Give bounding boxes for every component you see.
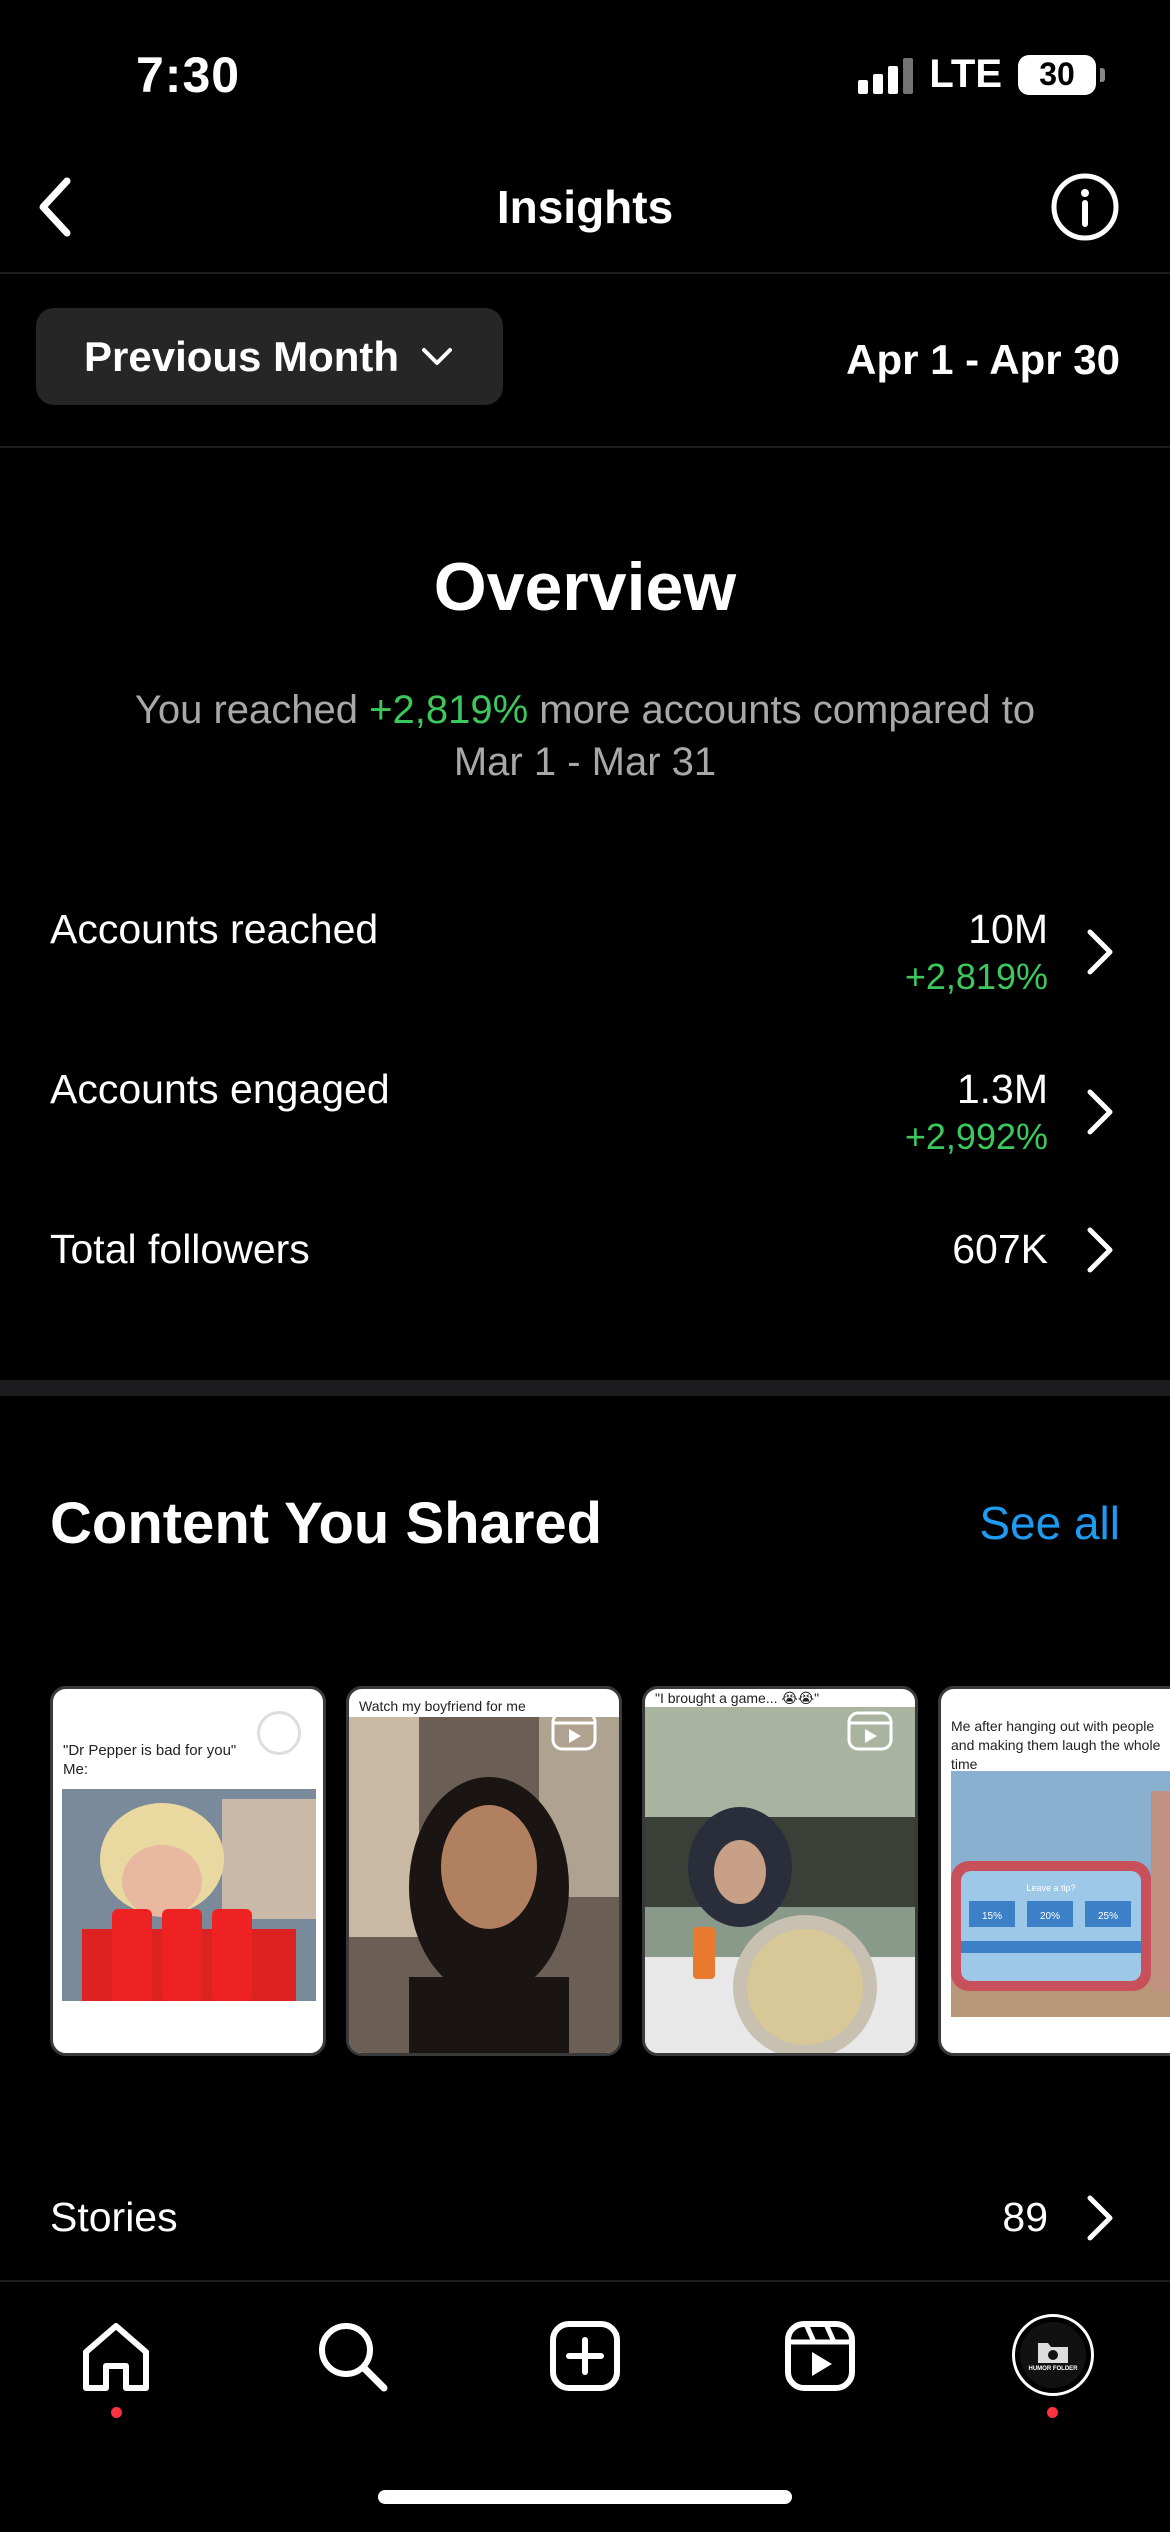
overview-description: You reached +2,819% more accounts compar… [100, 684, 1070, 788]
period-label: Previous Month [84, 332, 400, 380]
thumbnail-image [62, 1789, 316, 2001]
thumbnail-caption: Me after hanging out with people and mak… [951, 1718, 1161, 1772]
see-all-link[interactable]: See all [979, 1496, 1120, 1550]
battery-icon: 30 [1018, 54, 1105, 95]
home-notification-dot [111, 2407, 122, 2418]
tab-create[interactable] [545, 2316, 625, 2396]
section-separator [0, 1380, 1170, 1396]
chevron-right-icon [1087, 1089, 1113, 1135]
battery-level: 30 [1039, 56, 1075, 92]
status-indicators: LTE 30 [858, 52, 1105, 97]
search-icon [319, 2323, 388, 2392]
content-thumbnail[interactable]: "I brought a game... 😭😭" [642, 1686, 918, 2056]
phone-screen-option: 25% [1098, 1911, 1118, 1922]
phone-screen-option: 15% [982, 1911, 1002, 1922]
date-range: Apr 1 - Apr 30 [846, 336, 1120, 383]
overview-desc-prefix: You reached [134, 688, 370, 732]
metric-value: 1.3M [956, 1066, 1048, 1112]
tab-reels[interactable] [780, 2316, 860, 2396]
content-thumbnail[interactable]: Me after hanging out with people and mak… [938, 1686, 1170, 2056]
chevron-down-icon [422, 347, 453, 365]
info-button[interactable] [1050, 172, 1120, 242]
create-post-icon [550, 2321, 620, 2391]
period-dropdown[interactable]: Previous Month [36, 308, 503, 405]
tab-profile[interactable]: HUMOR FOLDER [1012, 2314, 1094, 2396]
reels-icon [785, 2321, 855, 2391]
chevron-right-icon [1087, 2195, 1113, 2241]
metric-change: +2,992% [904, 1116, 1048, 1157]
chevron-right-icon [1087, 1227, 1113, 1273]
loading-indicator [257, 1711, 301, 1755]
thumbnail-image [645, 1707, 915, 2053]
stories-value: 89 [1002, 2194, 1048, 2240]
avatar: HUMOR FOLDER [1012, 2314, 1094, 2396]
page-title: Insights [496, 181, 674, 233]
overview-title: Overview [433, 549, 737, 625]
metric-value: 607K [952, 1226, 1048, 1272]
home-icon [83, 2323, 149, 2391]
reel-icon [847, 1711, 893, 1751]
metric-label: Accounts reached [50, 906, 379, 952]
home-indicator [378, 2490, 792, 2504]
folder-logo-icon [1038, 2342, 1068, 2363]
thumbnail-caption: "I brought a game... 😭😭" [655, 1690, 820, 1706]
overview-desc-change: +2,819% [369, 688, 529, 732]
chevron-right-icon [1087, 929, 1113, 975]
phone-screen-question: Leave a tip? [1026, 1883, 1075, 1893]
thumbnail-image [349, 1717, 619, 2053]
content-section-title: Content You Shared [50, 1491, 603, 1556]
avatar-text: HUMOR FOLDER [1028, 2365, 1078, 2372]
phone-screen-option: 20% [1040, 1911, 1060, 1922]
network-type: LTE [929, 52, 1002, 96]
reel-icon [551, 1711, 597, 1751]
status-time: 7:30 [136, 47, 241, 103]
content-thumbnail[interactable]: "Dr Pepper is bad for you" Me: [50, 1686, 326, 2056]
signal-icon [858, 56, 914, 94]
metric-label: Total followers [50, 1226, 310, 1272]
tab-home[interactable] [76, 2316, 156, 2396]
thumbnail-image: Leave a tip? 15% 20% 25% [951, 1771, 1170, 2017]
tab-search[interactable] [312, 2316, 392, 2396]
stories-label: Stories [50, 2194, 178, 2240]
info-icon [1051, 173, 1119, 241]
filter-divider [0, 446, 1170, 448]
header-divider [0, 272, 1170, 274]
overview-desc-suffix: more accounts compared to Mar 1 - Mar 31 [453, 688, 1036, 784]
profile-notification-dot [1047, 2407, 1058, 2418]
content-thumbnail[interactable]: Watch my boyfriend for me [346, 1686, 622, 2056]
metric-label: Accounts engaged [50, 1066, 390, 1112]
metric-value: 10M [968, 906, 1048, 952]
metric-change: +2,819% [904, 956, 1048, 997]
